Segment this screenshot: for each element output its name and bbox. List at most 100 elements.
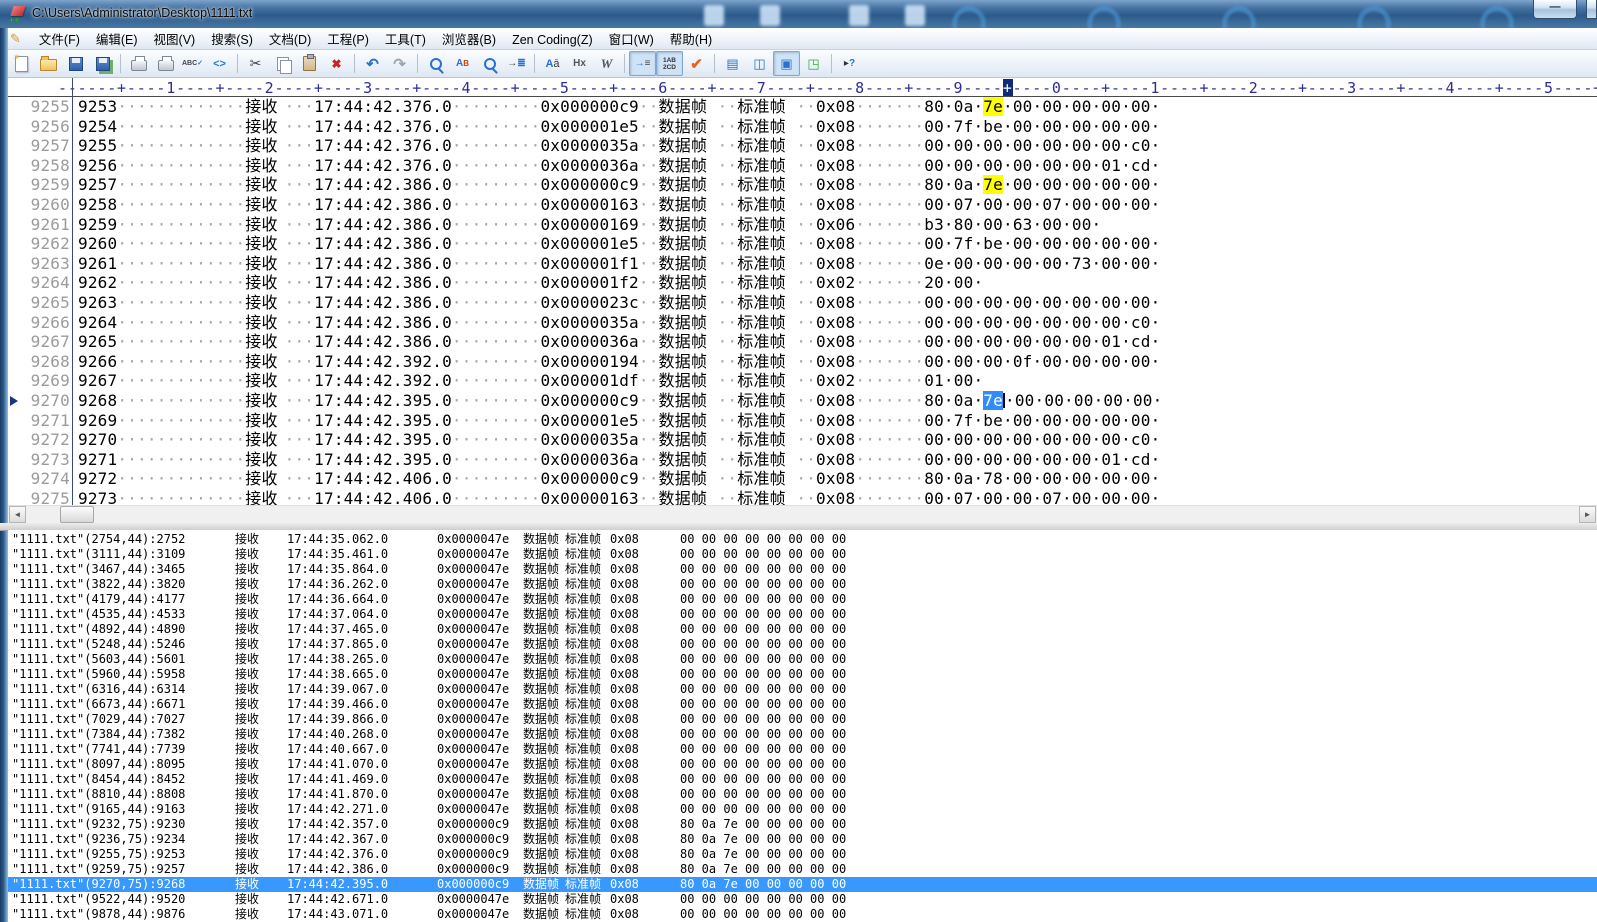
log-line-9253[interactable]: 9255 9253 ············· 接收 ··· 17:44:42.376.0… [8,97,1597,117]
search-result-row[interactable]: "1111.txt"(6316,44):6314 接收 17:44:39.067.0… [8,682,1597,697]
line-number[interactable]: 9262 [18,234,70,254]
search-result-row[interactable]: "1111.txt"(8810,44):8808 接收 17:44:41.870.0… [8,787,1597,802]
hex-viewer-button[interactable]: Hx [566,51,593,76]
log-line-9268[interactable]: 9270 9268 ············· 接收 ··· 17:44:42.395.0… [8,390,1597,411]
cut-button[interactable]: ✂ [242,51,269,76]
line-number[interactable]: 9264 [18,273,70,293]
menu-item[interactable]: 文档(D) [261,31,319,49]
log-line-9258[interactable]: 9260 9258 ············· 接收 ··· 17:44:42.386.0… [8,195,1597,215]
context-help-button[interactable]: ▸? [836,51,863,76]
delete-button[interactable]: ✖ [323,51,350,76]
show-whitespace-button[interactable]: →≡ [629,51,656,76]
line-number[interactable]: 9272 [18,430,70,450]
print-preview-button[interactable] [125,51,152,76]
line-number[interactable]: 9275 [18,489,70,505]
log-line-9255[interactable]: 9257 9255 ············· 接收 ··· 17:44:42.376.0… [8,136,1597,156]
scrollbar-thumb[interactable] [60,506,94,523]
search-result-row[interactable]: "1111.txt"(9165,44):9163 接收 17:44:42.271.0… [8,802,1597,817]
log-line-9256[interactable]: 9258 9256 ············· 接收 ··· 17:44:42.376.0… [8,156,1597,176]
menu-item[interactable]: 窗口(W) [601,31,662,49]
search-result-row[interactable]: "1111.txt"(4535,44):4533 接收 17:44:37.064.0… [8,607,1597,622]
minimize-button[interactable]: — [1533,0,1577,19]
line-number[interactable]: 9257 [18,136,70,156]
log-line-9254[interactable]: 9256 9254 ············· 接收 ··· 17:44:42.376.0… [8,117,1597,137]
log-line-9267[interactable]: 9269 9267 ············· 接收 ··· 17:44:42.392.0… [8,371,1597,391]
search-result-row[interactable]: "1111.txt"(7741,44):7739 接收 17:44:40.667.0… [8,742,1597,757]
log-line-9259[interactable]: 9261 9259 ············· 接收 ··· 17:44:42.386.0… [8,215,1597,235]
search-result-row[interactable]: "1111.txt"(5960,44):5958 接收 17:44:38.665.0… [8,667,1597,682]
document-list-button[interactable]: ▤ [719,51,746,76]
log-line-9264[interactable]: 9266 9264 ············· 接收 ··· 17:44:42.386.0… [8,313,1597,333]
search-result-row[interactable]: "1111.txt"(9255,75):9253 接收 17:44:42.376.0… [8,847,1597,862]
html-bar-button[interactable]: <> [206,51,233,76]
log-line-9270[interactable]: 9272 9270 ············· 接收 ··· 17:44:42.395.0… [8,430,1597,450]
search-result-row[interactable]: "1111.txt"(8454,44):8452 接收 17:44:41.469.0… [8,772,1597,787]
window-button-partial[interactable] [1586,0,1597,19]
title-bar[interactable]: ++ C:\Users\Administrator\Desktop\1111.t… [0,0,1597,29]
log-line-9271[interactable]: 9273 9271 ············· 接收 ··· 17:44:42.395.0… [8,450,1597,470]
line-number[interactable]: 9259 [18,175,70,195]
menu-item[interactable]: 视图(V) [146,31,204,49]
search-result-row[interactable]: "1111.txt"(3822,44):3820 接收 17:44:36.262.0… [8,577,1597,592]
scroll-right-arrow[interactable]: ► [1579,506,1596,523]
menu-item[interactable]: 浏览器(B) [434,31,504,49]
line-number[interactable]: 9258 [18,156,70,176]
fullwidth-convert-button[interactable]: Aā [539,51,566,76]
line-number[interactable]: 9265 [18,293,70,313]
line-number[interactable]: 9269 [18,371,70,391]
search-results-panel[interactable]: "1111.txt"(2754,44):2752 接收 17:44:35.062.0… [8,530,1597,922]
find-in-files-button[interactable] [476,51,503,76]
search-result-row[interactable]: "1111.txt"(9232,75):9230 接收 17:44:42.357.0… [8,817,1597,832]
menu-item[interactable]: 帮助(H) [662,31,720,49]
log-line-9273[interactable]: 9275 9273 ············· 接收 ··· 17:44:42.406.0… [8,489,1597,505]
search-result-row[interactable]: "1111.txt"(7029,44):7027 接收 17:44:39.866.0… [8,712,1597,727]
search-result-row[interactable]: "1111.txt"(9878,44):9876 接收 17:44:43.071.0… [8,907,1597,922]
new-file-button[interactable]: ✶ [8,51,35,76]
line-number[interactable]: 9271 [18,411,70,431]
search-result-row[interactable]: "1111.txt"(9259,75):9257 接收 17:44:42.386.0… [8,862,1597,877]
line-number[interactable]: 9261 [18,215,70,235]
open-file-button[interactable] [35,51,62,76]
log-line-9265[interactable]: 9267 9265 ············· 接收 ··· 17:44:42.386.0… [8,332,1597,352]
line-numbers-button[interactable]: 1AB 2CD [656,51,683,76]
search-result-row[interactable]: "1111.txt"(7384,44):7382 接收 17:44:40.268.0… [8,727,1597,742]
search-result-row[interactable]: "1111.txt"(8097,44):8095 接收 17:44:41.070.0… [8,757,1597,772]
log-line-9257[interactable]: 9259 9257 ············· 接收 ··· 17:44:42.386.0… [8,175,1597,195]
line-number[interactable]: 9268 [18,352,70,372]
search-result-row[interactable]: "1111.txt"(4892,44):4890 接收 17:44:37.465.0… [8,622,1597,637]
log-line-9272[interactable]: 9274 9272 ············· 接收 ··· 17:44:42.406.0… [8,469,1597,489]
menu-item[interactable]: Zen Coding(Z) [504,31,601,49]
log-line-9262[interactable]: 9264 9262 ············· 接收 ··· 17:44:42.386.0… [8,273,1597,293]
line-number[interactable]: 9263 [18,254,70,274]
menu-item[interactable]: 编辑(E) [88,31,146,49]
scroll-left-arrow[interactable]: ◄ [9,506,26,523]
line-number[interactable]: 9273 [18,450,70,470]
search-result-row[interactable]: "1111.txt"(3467,44):3465 接收 17:44:35.864.0… [8,562,1597,577]
spell-check-button[interactable]: ABC✓ [179,51,206,76]
line-number[interactable]: 9260 [18,195,70,215]
search-result-row[interactable]: "1111.txt"(9522,44):9520 接收 17:44:42.671.0… [8,892,1597,907]
line-number[interactable]: 9266 [18,313,70,333]
word-wrap-button[interactable]: W [593,51,620,76]
log-line-9263[interactable]: 9265 9263 ············· 接收 ··· 17:44:42.386.0… [8,293,1597,313]
line-number[interactable]: 9255 [18,97,70,117]
print-button[interactable] [152,51,179,76]
line-number[interactable]: 9256 [18,117,70,137]
menu-item[interactable]: 文件(F) [31,31,88,49]
search-result-row[interactable]: "1111.txt"(2754,44):2752 接收 17:44:35.062.0… [8,532,1597,547]
undo-button[interactable]: ↶ [359,51,386,76]
search-result-row[interactable]: "1111.txt"(4179,44):4177 接收 17:44:36.664.0… [8,592,1597,607]
menu-item[interactable]: 工程(P) [319,31,377,49]
output-window-button[interactable]: ▣ [773,51,800,76]
goto-line-button[interactable]: →≣ [503,51,530,76]
menu-item[interactable]: 工具(T) [377,31,434,49]
find-button[interactable] [422,51,449,76]
search-result-row[interactable]: "1111.txt"(3111,44):3109 接收 17:44:35.461.0… [8,547,1597,562]
search-result-row[interactable]: "1111.txt"(5603,44):5601 接收 17:44:38.265.0… [8,652,1597,667]
log-line-9266[interactable]: 9268 9266 ············· 接收 ··· 17:44:42.392.0… [8,352,1597,372]
syntax-check-button[interactable]: ✔ [683,51,710,76]
paste-button[interactable] [296,51,323,76]
search-result-row[interactable]: "1111.txt"(9236,75):9234 接收 17:44:42.367.0… [8,832,1597,847]
log-line-9261[interactable]: 9263 9261 ············· 接收 ··· 17:44:42.386.0… [8,254,1597,274]
browser-view-button[interactable]: ◳ [800,51,827,76]
